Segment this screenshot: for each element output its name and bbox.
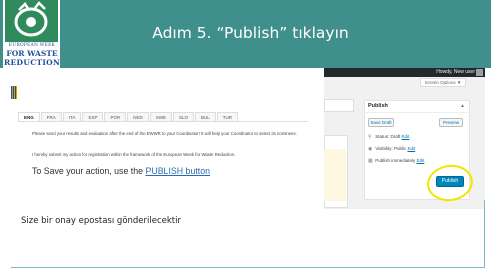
visibility-text: Visibility: Public <box>375 146 407 151</box>
logo-line-3: REDUCTION <box>4 58 61 67</box>
schedule-row: ▦ Publish immediately Edit <box>368 158 424 164</box>
save-instruction-text: To Save your action, use the <box>32 166 144 176</box>
tab-slo[interactable]: SLO <box>173 112 195 121</box>
tab-tur[interactable]: TUR <box>216 112 239 121</box>
visibility-edit-link[interactable]: Edit <box>407 146 415 151</box>
eu-flag-logo <box>11 86 51 100</box>
tab-bul[interactable]: BUL <box>195 112 216 121</box>
post-title-input[interactable] <box>324 99 354 112</box>
logo-line-2: FOR WASTE <box>6 49 58 58</box>
status-text: Status: Draft <box>375 134 401 139</box>
tab-esp[interactable]: ESP <box>82 112 104 121</box>
instruction-paragraph-2: I hereby submit my action for registrati… <box>32 152 236 157</box>
frame-right-line <box>484 200 485 267</box>
tab-por[interactable]: POR <box>104 112 127 121</box>
status-edit-link[interactable]: Edit <box>402 134 410 139</box>
visibility-row: ◉ Visibility: Public Edit <box>368 146 415 152</box>
slide: Adım 5. “Publish” tıklayın EUROPEAN WEEK… <box>0 0 491 279</box>
collapse-caret-icon[interactable]: ▲ <box>460 103 465 109</box>
ewwr-logo: EUROPEAN WEEK FOR WASTE REDUCTION <box>3 0 60 73</box>
publish-panel-title: Publish <box>368 103 388 109</box>
flag-icon <box>11 86 17 99</box>
confirmation-note: Size bir onay epostası gönderilecektir <box>21 216 181 226</box>
editor-content-area[interactable] <box>324 149 346 201</box>
publish-link[interactable]: PUBLISH button <box>145 166 210 176</box>
status-row: ⚲ Status: Draft Edit <box>368 134 409 140</box>
slide-header: Adım 5. “Publish” tıklayın <box>0 0 491 68</box>
eye-icon: ◉ <box>368 146 373 152</box>
logo-line-1: EUROPEAN WEEK <box>8 43 56 48</box>
screen-options-button[interactable]: Screen Options ▼ <box>420 78 466 87</box>
slide-title: Adım 5. “Publish” tıklayın <box>152 24 349 42</box>
instruction-paragraph-1: Please send your results and evaluation … <box>32 131 297 136</box>
frame-bottom-line <box>11 267 485 268</box>
publish-panel-divider <box>364 112 470 113</box>
save-draft-button[interactable]: Save Draft <box>368 118 394 127</box>
preview-button[interactable]: Preview <box>439 118 463 127</box>
tab-ned[interactable]: NED <box>127 112 149 121</box>
tab-eng[interactable]: ENG <box>18 112 40 121</box>
wp-admin-bar: Howdy, New user <box>324 68 485 77</box>
tab-ita[interactable]: ITA <box>62 112 82 121</box>
logo-emblem <box>5 0 58 42</box>
tab-fra[interactable]: FRA <box>40 112 62 121</box>
calendar-icon: ▦ <box>368 158 373 164</box>
schedule-edit-link[interactable]: Edit <box>417 158 425 163</box>
schedule-text: Publish immediately <box>375 158 416 163</box>
tab-divider <box>18 121 308 122</box>
howdy-text[interactable]: Howdy, New user <box>436 69 475 75</box>
pin-icon: ⚲ <box>368 134 372 140</box>
save-instruction: To Save your action, use the PUBLISH but… <box>32 166 210 176</box>
tab-swe[interactable]: SWE <box>149 112 172 121</box>
avatar[interactable] <box>476 69 483 76</box>
